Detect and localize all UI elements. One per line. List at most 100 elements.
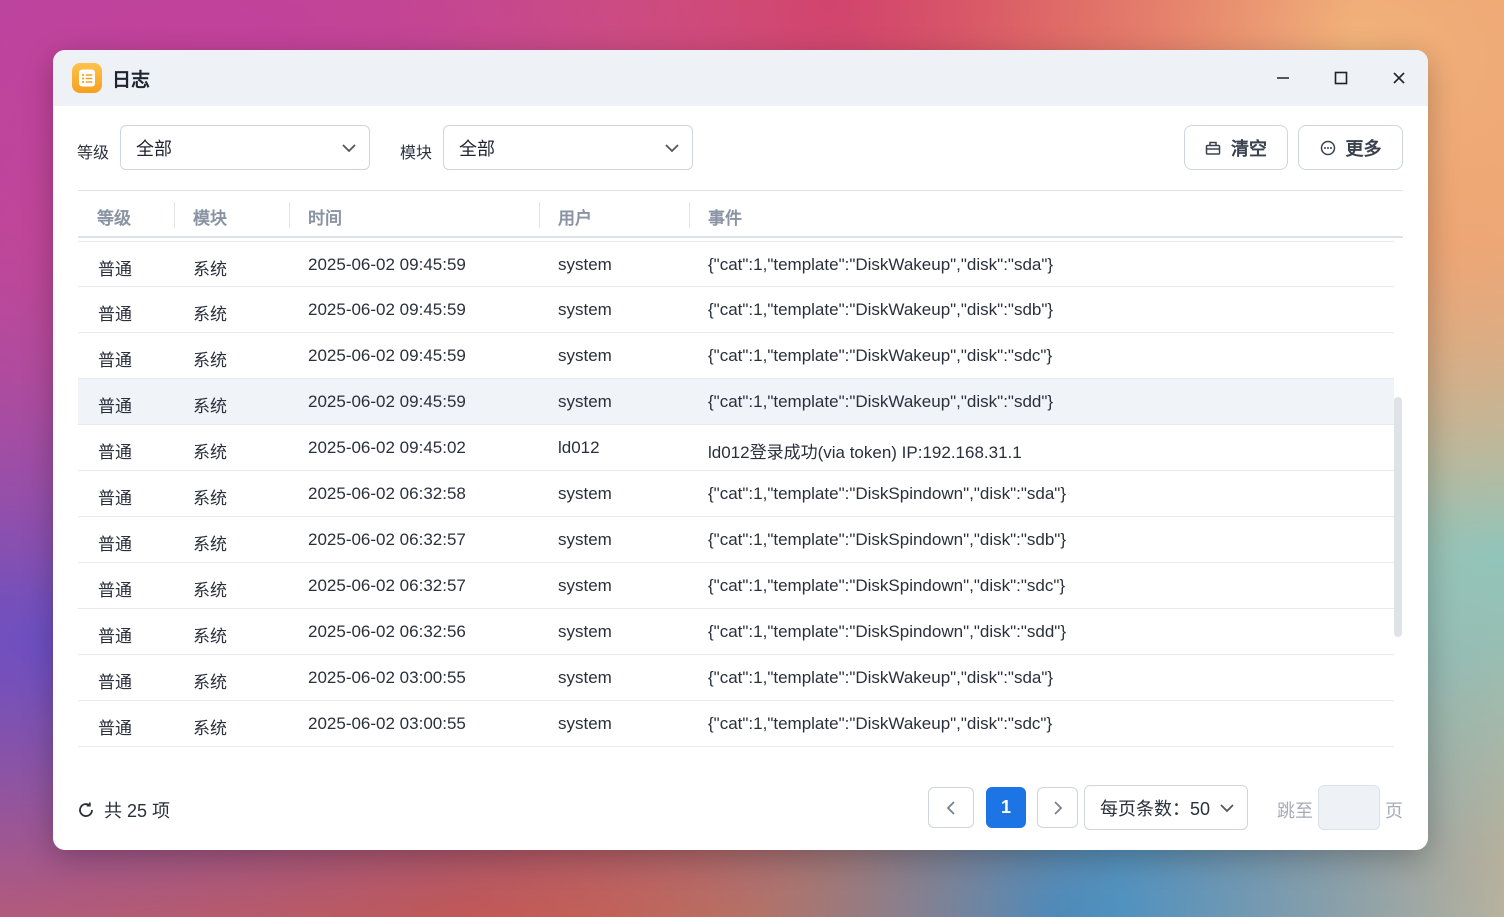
- cell-event: {"cat":1,"template":"DiskWakeup","disk":…: [708, 714, 1053, 733]
- notes-list-icon: [72, 63, 102, 93]
- table-row[interactable]: 普通 系统 2025-06-02 06:32:58 system {"cat":…: [78, 471, 1394, 517]
- cell-time: 2025-06-02 09:45:02: [308, 438, 466, 457]
- column-header-level[interactable]: 等级: [97, 204, 131, 229]
- module-filter-select[interactable]: 全部: [443, 125, 693, 170]
- cell-time: 2025-06-02 09:45:59: [308, 392, 466, 411]
- table-row[interactable]: 普通 系统 2025-06-02 06:32:56 system {"cat":…: [78, 609, 1394, 655]
- cell-user: system: [558, 714, 612, 733]
- cell-user: ld012: [558, 438, 600, 457]
- cell-time: 2025-06-02 03:00:55: [308, 668, 466, 687]
- cell-level: 普通: [98, 397, 132, 416]
- minimize-button[interactable]: [1254, 50, 1312, 106]
- cell-module: 系统: [193, 397, 227, 416]
- cell-user: system: [558, 392, 612, 411]
- cell-user: system: [558, 255, 612, 274]
- cell-event: {"cat":1,"template":"DiskSpindown","disk…: [708, 484, 1067, 503]
- column-header-user[interactable]: 用户: [558, 204, 592, 229]
- cell-module: 系统: [193, 260, 227, 279]
- page-1-button[interactable]: 1: [986, 787, 1026, 828]
- cell-module: 系统: [193, 305, 227, 324]
- cell-module: 系统: [193, 760, 227, 765]
- table-row[interactable]: 普通 系统: [78, 747, 1394, 765]
- level-filter-label: 等级: [77, 145, 110, 162]
- chevron-down-icon: [1220, 804, 1234, 813]
- column-header-module[interactable]: 模块: [193, 204, 227, 229]
- cell-event: {"cat":1,"template":"DiskSpindown","disk…: [708, 576, 1066, 595]
- cell-level: 普通: [98, 305, 132, 324]
- cell-level: 普通: [98, 351, 132, 370]
- cell-level: 普通: [98, 260, 132, 279]
- cell-level: 普通: [98, 581, 132, 600]
- cell-module: 系统: [193, 489, 227, 508]
- table-row[interactable]: 普通 系统 2025-06-02 09:45:59 system {"cat":…: [78, 241, 1394, 287]
- jump-to-label: 跳至: [1277, 801, 1313, 821]
- page-size-value: 每页条数：50: [1100, 798, 1211, 819]
- prev-page-button[interactable]: [928, 787, 974, 828]
- table-row[interactable]: 普通 系统 2025-06-02 03:00:55 system {"cat":…: [78, 655, 1394, 701]
- cell-level: 普通: [98, 627, 132, 646]
- cell-event: {"cat":1,"template":"DiskWakeup","disk":…: [708, 300, 1054, 319]
- log-window: 日志 等级 全部 模块 全部 清空 更多 等级 模块 时间 用户 事件 普通 系…: [53, 50, 1428, 850]
- column-header-time[interactable]: 时间: [308, 204, 342, 229]
- next-page-button[interactable]: [1037, 787, 1078, 828]
- column-header-event[interactable]: 事件: [708, 204, 742, 229]
- cell-level: 普通: [98, 673, 132, 692]
- table-row-hovered[interactable]: 普通 系统 2025-06-02 09:45:59 system {"cat":…: [78, 379, 1394, 425]
- table-row[interactable]: 普通 系统 2025-06-02 09:45:59 system {"cat":…: [78, 333, 1394, 379]
- cell-user: system: [558, 300, 612, 319]
- cell-user: system: [558, 668, 612, 687]
- level-filter-value: 全部: [136, 138, 172, 159]
- cell-time: 2025-06-02 06:32:58: [308, 484, 466, 503]
- log-table: 等级 模块 时间 用户 事件 普通 系统 2025-06-02 09:45:59…: [78, 190, 1403, 765]
- cell-event: {"cat":1,"template":"DiskWakeup","disk":…: [708, 668, 1054, 687]
- cell-module: 系统: [193, 627, 227, 646]
- chevron-right-icon: [1053, 800, 1062, 815]
- cell-event: {"cat":1,"template":"DiskWakeup","disk":…: [708, 392, 1054, 411]
- cell-event: {"cat":1,"template":"DiskSpindown","disk…: [708, 530, 1067, 549]
- cell-module: 系统: [193, 581, 227, 600]
- cell-user: system: [558, 484, 612, 503]
- cell-time: 2025-06-02 06:32:57: [308, 530, 466, 549]
- cell-time: 2025-06-02 09:45:59: [308, 300, 466, 319]
- table-row[interactable]: 普通 系统 2025-06-02 06:32:57 system {"cat":…: [78, 563, 1394, 609]
- total-count: 共 25 项: [77, 797, 170, 823]
- table-row[interactable]: 普通 系统 2025-06-02 03:00:55 system {"cat":…: [78, 701, 1394, 747]
- title-bar: 日志: [53, 50, 1428, 106]
- maximize-button[interactable]: [1312, 50, 1370, 106]
- more-circle-icon: [1320, 140, 1335, 155]
- table-scrollbar[interactable]: [1394, 397, 1402, 637]
- table-header: 等级 模块 时间 用户 事件: [78, 190, 1403, 238]
- cell-event: ld012登录成功(via token) IP:192.168.31.1: [708, 443, 1022, 462]
- refresh-icon[interactable]: [77, 801, 95, 819]
- cell-user: system: [558, 622, 612, 641]
- table-body: 普通 系统 2025-06-02 09:45:59 system {"cat":…: [78, 241, 1394, 765]
- cell-time: 2025-06-02 09:45:59: [308, 255, 466, 274]
- cell-level: 普通: [98, 719, 132, 738]
- level-filter-select[interactable]: 全部: [120, 125, 370, 170]
- table-row[interactable]: 普通 系统 2025-06-02 09:45:02 ld012 ld012登录成…: [78, 425, 1394, 471]
- cell-time: 2025-06-02 06:32:57: [308, 576, 466, 595]
- cell-time: 2025-06-02 09:45:59: [308, 346, 466, 365]
- chevron-left-icon: [946, 800, 955, 815]
- cell-user: system: [558, 576, 612, 595]
- jump-page-input[interactable]: [1318, 785, 1380, 830]
- total-count-text: 共 25 项: [104, 801, 171, 821]
- chevron-down-icon: [665, 144, 679, 153]
- table-row[interactable]: 普通 系统 2025-06-02 09:45:59 system {"cat":…: [78, 287, 1394, 333]
- clear-button[interactable]: 清空: [1184, 125, 1288, 170]
- cell-level: 普通: [98, 489, 132, 508]
- cell-level: 普通: [98, 443, 132, 462]
- cell-module: 系统: [193, 535, 227, 554]
- close-button[interactable]: [1370, 50, 1428, 106]
- module-filter-value: 全部: [459, 138, 495, 159]
- cell-level: 普通: [98, 535, 132, 554]
- filter-toolbar: 等级 全部 模块 全部 清空 更多: [77, 125, 1403, 171]
- page-size-select[interactable]: 每页条数：50: [1084, 785, 1248, 830]
- cell-event: {"cat":1,"template":"DiskSpindown","disk…: [708, 622, 1067, 641]
- more-button[interactable]: 更多: [1298, 125, 1403, 170]
- cell-event: {"cat":1,"template":"DiskWakeup","disk":…: [708, 346, 1053, 365]
- jump-page-suffix: 页: [1385, 801, 1403, 821]
- cell-module: 系统: [193, 673, 227, 692]
- table-row[interactable]: 普通 系统 2025-06-02 06:32:57 system {"cat":…: [78, 517, 1394, 563]
- chevron-down-icon: [342, 144, 356, 153]
